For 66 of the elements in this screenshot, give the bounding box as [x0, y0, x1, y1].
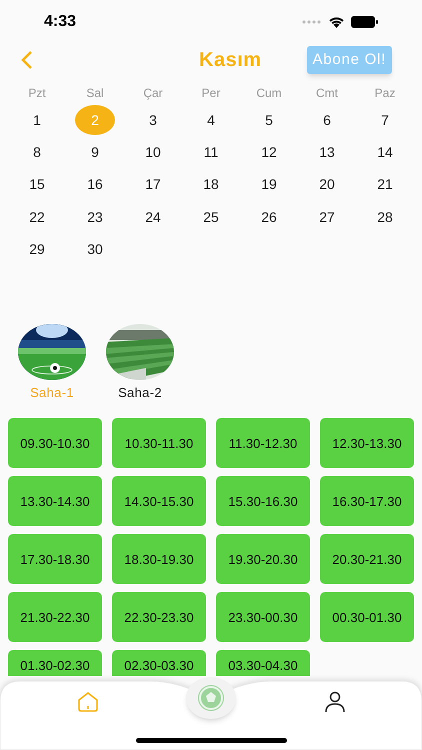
person-icon[interactable]	[324, 691, 346, 713]
time-slot-button[interactable]: 11.30-12.30	[216, 418, 310, 468]
calendar-day[interactable]: 11	[191, 138, 231, 168]
time-slot-button[interactable]: 23.30-00.30	[216, 592, 310, 642]
calendar-day[interactable]: 10	[133, 138, 173, 168]
calendar-day[interactable]: 23	[75, 202, 115, 232]
football-icon	[196, 683, 226, 713]
signal-icon	[302, 20, 322, 24]
time-slot-button[interactable]: 16.30-17.30	[320, 476, 414, 526]
status-time: 4:33	[44, 12, 76, 32]
calendar-day[interactable]: 17	[133, 170, 173, 200]
weekday-label: Cmt	[316, 85, 338, 102]
time-slot-button[interactable]: 00.30-01.30	[320, 592, 414, 642]
time-slot-button[interactable]: 21.30-22.30	[8, 592, 102, 642]
time-slot-button[interactable]: 14.30-15.30	[112, 476, 206, 526]
calendar-day[interactable]: 19	[249, 170, 289, 200]
calendar-day[interactable]: 7	[365, 105, 405, 136]
time-slot-button[interactable]: 01.30-02.30	[8, 650, 102, 676]
calendar-day[interactable]: 13	[307, 138, 347, 168]
time-slot-button[interactable]: 19.30-20.30	[216, 534, 310, 584]
time-slot-button[interactable]: 02.30-03.30	[112, 650, 206, 676]
wifi-icon	[328, 16, 345, 28]
calendar-day[interactable]: 25	[191, 202, 231, 232]
calendar-day[interactable]: 16	[75, 170, 115, 200]
weekday-label: Sal	[86, 85, 104, 102]
home-icon[interactable]	[76, 691, 100, 713]
weekday-label: Cum	[256, 85, 282, 102]
ball-button[interactable]	[186, 677, 236, 719]
calendar-day[interactable]: 22	[17, 202, 57, 232]
calendar-day[interactable]: 1	[17, 105, 57, 136]
calendar-day[interactable]: 12	[249, 138, 289, 168]
weekday-label: Paz	[374, 85, 396, 102]
time-slot-button[interactable]: 03.30-04.30	[216, 650, 310, 676]
calendar-day[interactable]: 14	[365, 138, 405, 168]
calendar-day[interactable]: 28	[365, 202, 405, 232]
calendar-day[interactable]: 5	[249, 105, 289, 136]
month-title: Kasım	[199, 48, 262, 73]
time-slot-button[interactable]: 12.30-13.30	[320, 418, 414, 468]
weekday-label: Per	[202, 85, 220, 102]
time-slot-button[interactable]: 17.30-18.30	[8, 534, 102, 584]
calendar-day[interactable]: 24	[133, 202, 173, 232]
calendar-day[interactable]: 30	[75, 234, 115, 265]
weekday-label: Çar	[143, 85, 163, 102]
calendar-day[interactable]: 3	[133, 105, 173, 136]
calendar-day[interactable]: 4	[191, 105, 231, 136]
calendar-day[interactable]: 26	[249, 202, 289, 232]
calendar-day[interactable]: 27	[307, 202, 347, 232]
time-slot-button[interactable]: 15.30-16.30	[216, 476, 310, 526]
calendar-day[interactable]: 6	[307, 105, 347, 136]
time-slot-button[interactable]: 13.30-14.30	[8, 476, 102, 526]
battery-icon	[351, 16, 378, 28]
calendar-day[interactable]: 9	[75, 138, 115, 168]
time-slot-button[interactable]: 20.30-21.30	[320, 534, 414, 584]
calendar-day[interactable]: 8	[17, 138, 57, 168]
calendar-day[interactable]: 18	[191, 170, 231, 200]
calendar-day[interactable]: 20	[307, 170, 347, 200]
time-slot-button[interactable]: 09.30-10.30	[8, 418, 102, 468]
time-slot-button[interactable]: 10.30-11.30	[112, 418, 206, 468]
field-tab[interactable]: Saha-2	[118, 382, 162, 402]
time-slot-button[interactable]: 18.30-19.30	[112, 534, 206, 584]
back-icon[interactable]	[20, 50, 34, 70]
weekday-label: Pzt	[28, 85, 46, 102]
calendar-day[interactable]: 21	[365, 170, 405, 200]
calendar-day[interactable]: 15	[17, 170, 57, 200]
calendar-day[interactable]: 29	[17, 234, 57, 265]
time-slot-button[interactable]: 22.30-23.30	[112, 592, 206, 642]
